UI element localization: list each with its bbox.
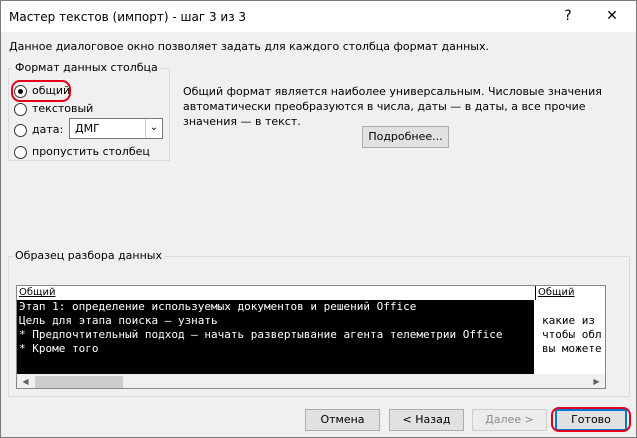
date-format-value: ДМГ — [75, 122, 100, 135]
radio-text-icon[interactable] — [14, 103, 27, 116]
next-button[interactable]: Далее > — [472, 409, 547, 431]
data-preview-group-label: Образец разбора данных — [13, 249, 164, 262]
preview-line: Этап 1: определение используемых докумен… — [19, 300, 417, 313]
radio-general[interactable]: общий — [11, 80, 84, 102]
scroll-right-icon[interactable]: ▶ — [588, 374, 605, 388]
more-details-button[interactable]: Подробнее... — [362, 126, 449, 148]
radio-skip-column[interactable]: пропустить столбец — [14, 144, 154, 160]
radio-text[interactable]: текстовый — [14, 101, 104, 117]
radio-general-icon[interactable] — [14, 85, 27, 98]
back-button[interactable]: < Назад — [389, 409, 464, 431]
preview-line: Цель для этапа поиска — узнать — [19, 314, 218, 327]
text-import-wizard-dialog: Мастер текстов (импорт) - шаг 3 из 3 ? ✕… — [0, 0, 637, 438]
scroll-down-icon[interactable]: ▼ — [605, 358, 606, 374]
window-title: Мастер текстов (импорт) - шаг 3 из 3 — [9, 10, 247, 24]
date-format-select[interactable]: ДМГ ⌄ — [69, 118, 163, 139]
help-icon[interactable]: ? — [545, 1, 591, 32]
finish-highlight-ring — [551, 407, 631, 432]
cancel-button[interactable]: Отмена — [305, 409, 380, 431]
preview-line: какие из — [542, 314, 595, 327]
radio-date[interactable]: дата: — [14, 122, 69, 138]
chevron-down-icon[interactable]: ⌄ — [145, 119, 162, 138]
data-preview: Общий Общий Этап 1: определение использу… — [16, 285, 606, 389]
scroll-left-icon[interactable]: ◀ — [17, 374, 34, 388]
scroll-up-icon[interactable]: ▲ — [605, 286, 606, 302]
preview-horizontal-scrollbar[interactable]: ◀ ▶ — [17, 374, 605, 388]
radio-skip-column-label: пропустить столбец — [32, 145, 150, 158]
radio-date-label: дата: — [32, 123, 64, 136]
column-header-1[interactable]: Общий — [17, 286, 536, 300]
radio-date-icon[interactable] — [14, 124, 27, 137]
title-bar: Мастер текстов (импорт) - шаг 3 из 3 ? ✕ — [1, 1, 636, 32]
preview-line: * Кроме того — [19, 342, 99, 355]
preview-vertical-scrollbar[interactable]: ▲ ▼ — [605, 286, 606, 374]
dialog-description: Данное диалоговое окно позволяет задать … — [9, 40, 489, 53]
radio-text-label: текстовый — [32, 102, 94, 115]
radio-general-label: общий — [32, 84, 71, 97]
column-header-2[interactable]: Общий — [536, 286, 605, 300]
preview-column-1-selected[interactable]: Этап 1: определение используемых докумен… — [17, 300, 534, 374]
preview-column-headers: Общий Общий — [17, 286, 605, 300]
column-format-group: Формат данных столбца общий текстовый да… — [8, 61, 170, 161]
close-icon[interactable]: ✕ — [589, 1, 635, 32]
preview-line: вы можете — [542, 342, 602, 355]
column-format-group-label: Формат данных столбца — [13, 61, 160, 74]
preview-column-2[interactable]: какие из чтобы обл вы можете — [536, 300, 605, 374]
horizontal-scroll-thumb[interactable] — [35, 376, 123, 388]
preview-line: чтобы обл — [542, 328, 602, 341]
format-info-text: Общий формат является наиболее универсал… — [183, 85, 602, 128]
radio-skip-column-icon[interactable] — [14, 146, 27, 159]
preview-line: * Предпочтительный подход — начать разве… — [19, 328, 503, 341]
